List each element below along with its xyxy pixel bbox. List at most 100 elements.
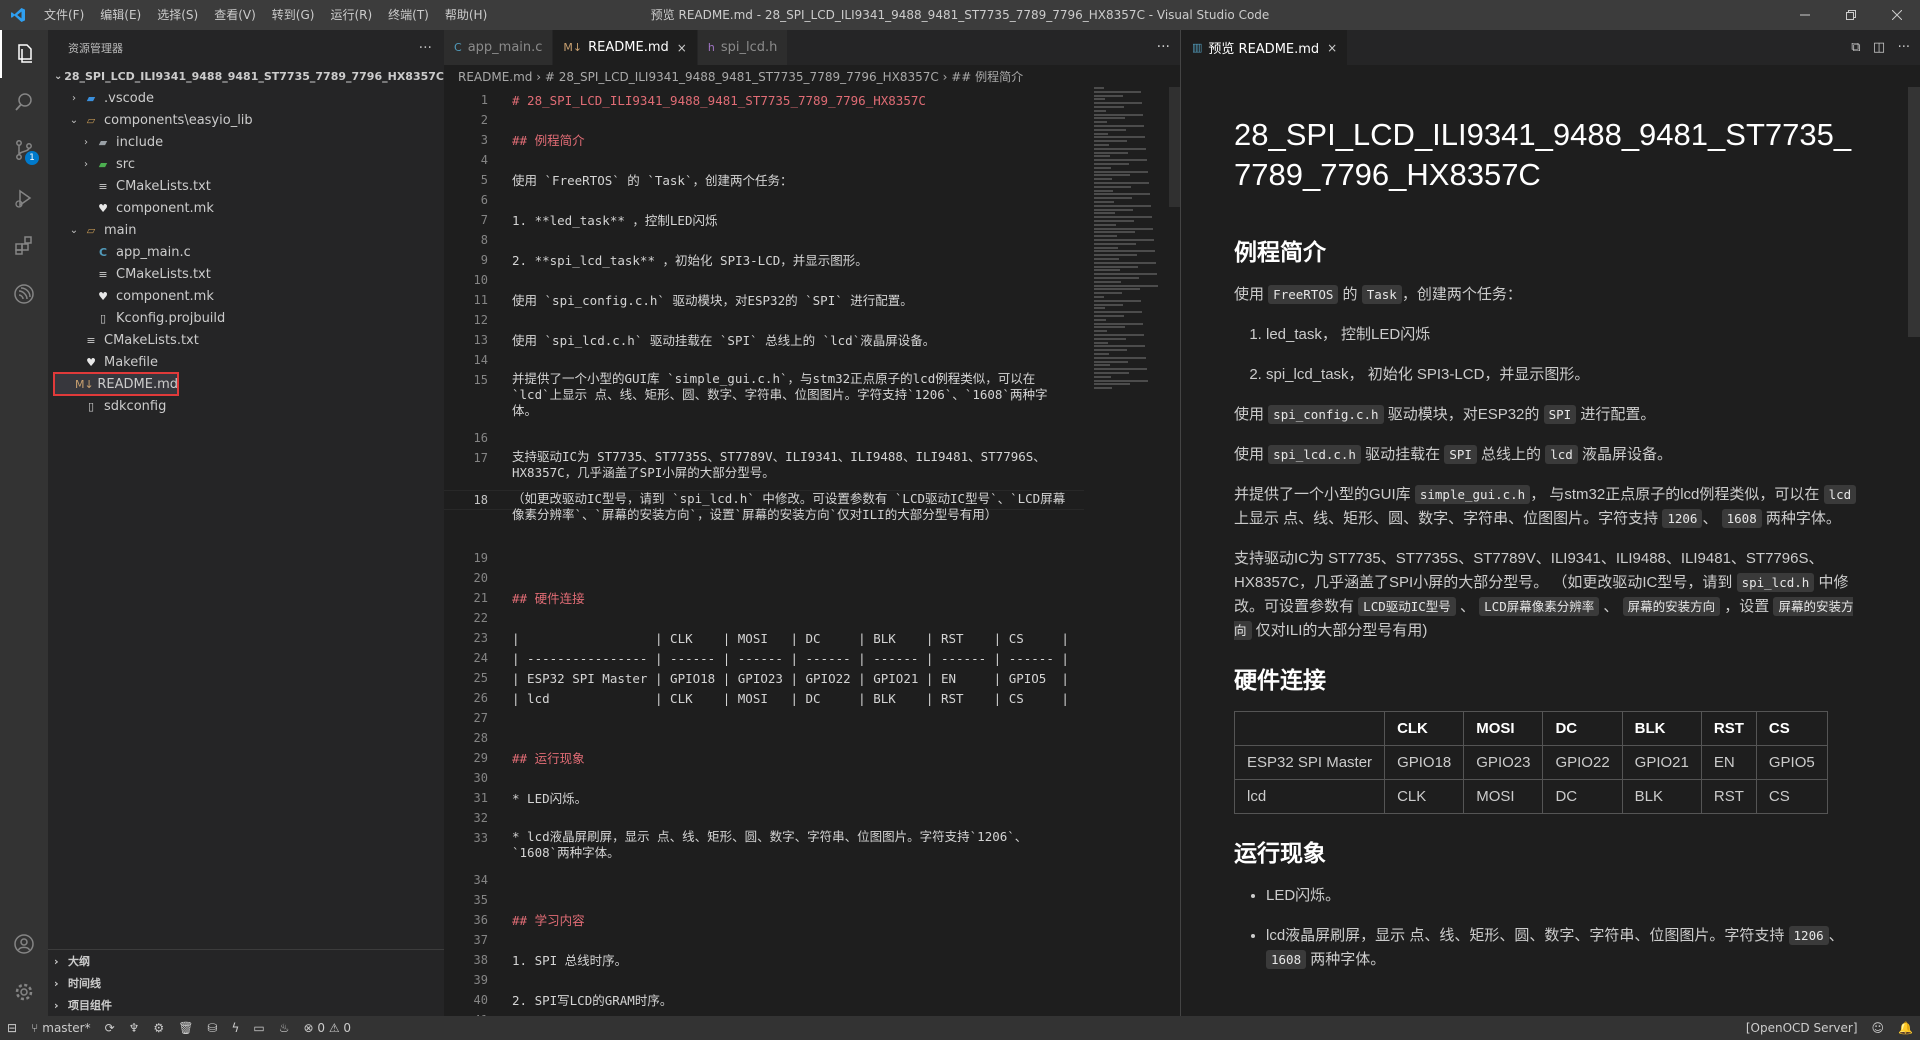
code-line: | lcd | CLK | MOSI | DC | BLK | RST | CS…: [512, 691, 1069, 706]
tree-item[interactable]: M↓ README.md: [53, 372, 179, 396]
accounts-icon[interactable]: [0, 920, 48, 968]
flash-icon[interactable]: ϟ: [224, 1016, 246, 1040]
table-row: ESP32 SPI Master GPIO18 GPIO23 GPIO22 GPIO21…: [1233, 745, 1828, 780]
open-source-icon[interactable]: ⧉: [1851, 40, 1860, 55]
feedback-icon[interactable]: ☺: [1865, 1016, 1892, 1040]
openocd-server[interactable]: [OpenOCD Server]: [1739, 1016, 1865, 1040]
markdown-preview-icon: ▥: [1192, 41, 1203, 54]
editor-scrollbar[interactable]: [1169, 87, 1180, 207]
list-item: LED闪烁。: [1266, 884, 1859, 908]
split-editor-icon[interactable]: ◫: [1873, 40, 1885, 55]
minimap[interactable]: [1094, 87, 1174, 397]
editor-group-source: Capp_main.c M↓ README.md × h spi_lcd.h ··· REA…: [444, 30, 1181, 1016]
tree-item[interactable]: ♥ component.mk: [48, 285, 444, 307]
more-actions-icon[interactable]: ···: [1898, 40, 1910, 55]
menu-item[interactable]: 帮助(H): [437, 0, 495, 30]
settings-gear-icon[interactable]: [0, 968, 48, 1016]
more-actions-icon[interactable]: ···: [1157, 30, 1170, 65]
sidebar-section[interactable]: › 时间线: [48, 972, 444, 994]
sidebar-section[interactable]: › 大纲: [48, 950, 444, 972]
tree-item[interactable]: ≡ CMakeLists.txt: [48, 175, 444, 197]
menu-item[interactable]: 编辑(E): [92, 0, 149, 30]
line-number: 8: [480, 233, 488, 247]
minimap-line: [1094, 341, 1108, 344]
minimap-line: [1094, 90, 1141, 93]
monitor-icon[interactable]: ▭: [246, 1016, 271, 1040]
problems-indicator[interactable]: ⊗ 0 ⚠ 0: [297, 1016, 359, 1040]
code-area[interactable]: 1 # 28_SPI_LCD_ILI9341_9488_9481_ST7735_7…: [444, 87, 1084, 1016]
plug-icon[interactable]: ♆: [122, 1016, 147, 1040]
tree-item[interactable]: ▯ Kconfig.projbuild: [48, 307, 444, 329]
minimap-line: [1094, 258, 1119, 260]
tree-item[interactable]: ♥ Makefile: [48, 351, 444, 373]
source-control-icon[interactable]: 1: [0, 126, 48, 174]
minimap-line: [1094, 212, 1115, 215]
menu-item[interactable]: 查看(V): [206, 0, 264, 30]
trash-icon[interactable]: 🗑: [171, 1016, 200, 1040]
minimap-line: [1094, 345, 1145, 348]
workspace-root[interactable]: ⌄ 28_SPI_LCD_ILI9341_9488_9481_ST7735_77…: [48, 65, 444, 87]
code-line: ## 学习内容: [512, 913, 585, 928]
minimap-line: [1094, 102, 1142, 105]
run-debug-icon[interactable]: [0, 174, 48, 222]
tree-item[interactable]: › ▰ include: [48, 131, 444, 153]
tree-item[interactable]: Capp_main.c: [48, 241, 444, 263]
minimap-line: [1094, 163, 1129, 165]
sidebar-section[interactable]: › 项目组件: [48, 994, 444, 1016]
tree-item[interactable]: › ▰ .vscode: [48, 87, 444, 109]
database-icon[interactable]: ⛁: [200, 1016, 224, 1040]
close-icon[interactable]: ×: [1327, 41, 1337, 55]
minimap-line: [1094, 155, 1110, 158]
minimap-line: [1094, 109, 1106, 112]
minimap-line: [1094, 201, 1114, 203]
vscode-window: 文件(F) 编辑(E) 选择(S) 查看(V) 转到(G) 运行(R) 终端(T) 帮助(H)…: [0, 0, 1920, 1040]
menu-item[interactable]: 终端(T): [380, 0, 437, 30]
search-icon[interactable]: [0, 78, 48, 126]
minimize-button[interactable]: [1782, 0, 1828, 30]
list-item: led_task， 控制LED闪烁: [1266, 323, 1859, 347]
table-header-cell: MOSI: [1463, 711, 1544, 746]
line-number: 26: [473, 691, 488, 705]
code-line: 支持驱动IC为 ST7735、ST7735S、ST7789V、ILI9341、I…: [512, 449, 1046, 480]
breadcrumb[interactable]: README.md › # 28_SPI_LCD_ILI9341_9488_94…: [444, 65, 1180, 87]
notifications-icon[interactable]: 🔔: [1891, 1016, 1920, 1040]
explorer-icon[interactable]: [0, 30, 48, 78]
tree-item-label: component.mk: [116, 200, 214, 216]
tab-preview-readme[interactable]: ▥ 预览 README.md ×: [1182, 30, 1349, 65]
menu-item[interactable]: 运行(R): [322, 0, 380, 30]
sidebar-sections: › 大纲 › 时间线 › 项目组件: [48, 949, 444, 1016]
preview-tabs: ▥ 预览 README.md × ⧉ ◫ ···: [1182, 30, 1920, 65]
remote-icon[interactable]: ⊟: [0, 1016, 24, 1040]
minimap-line: [1094, 239, 1154, 241]
tree-item[interactable]: › ▰ src: [48, 153, 444, 175]
tab-app-main-c[interactable]: Capp_main.c: [444, 30, 554, 65]
tab-spi-lcd-h[interactable]: h spi_lcd.h: [697, 30, 789, 65]
close-window-button[interactable]: [1874, 0, 1920, 30]
tree-item[interactable]: ⌄ ▱ components\easyio_lib: [48, 109, 444, 131]
tab-readme-md[interactable]: M↓ README.md ×: [553, 30, 698, 65]
folder-src-icon: ▰: [98, 157, 108, 171]
more-actions-icon[interactable]: ···: [419, 40, 432, 56]
preview-h2-run: 运行现象: [1234, 840, 1326, 866]
restore-button[interactable]: [1828, 0, 1874, 30]
gear-icon[interactable]: ⚙: [146, 1016, 171, 1040]
sync-icon[interactable]: ⟳: [98, 1016, 122, 1040]
menu-item[interactable]: 文件(F): [36, 0, 92, 30]
espressif-icon[interactable]: [0, 270, 48, 318]
tree-item-label: components\easyio_lib: [104, 112, 253, 128]
menu-item[interactable]: 选择(S): [149, 0, 206, 30]
menu-item[interactable]: 转到(G): [264, 0, 323, 30]
branch-indicator[interactable]: ⑂ master*: [24, 1016, 98, 1040]
tree-item[interactable]: ≡ CMakeLists.txt: [48, 263, 444, 285]
tree-item[interactable]: ♥ component.mk: [48, 197, 444, 219]
close-icon[interactable]: ×: [677, 41, 687, 55]
tree-item[interactable]: ▯ sdkconfig: [48, 395, 444, 417]
table-cell: MOSI: [1463, 779, 1544, 814]
extensions-icon[interactable]: [0, 222, 48, 270]
preview-lcd-paragraph: 使用 spi_lcd.c.h 驱动挂载在 SPI 总线上的 lcd 液晶屏设备。: [1234, 445, 1672, 464]
flame-icon[interactable]: ♨: [272, 1016, 297, 1040]
tree-item[interactable]: ≡ CMakeLists.txt: [48, 329, 444, 351]
minimap-line: [1094, 231, 1135, 234]
preview-scrollbar[interactable]: [1908, 87, 1920, 337]
tree-item[interactable]: ⌄ ▱ main: [48, 219, 444, 241]
